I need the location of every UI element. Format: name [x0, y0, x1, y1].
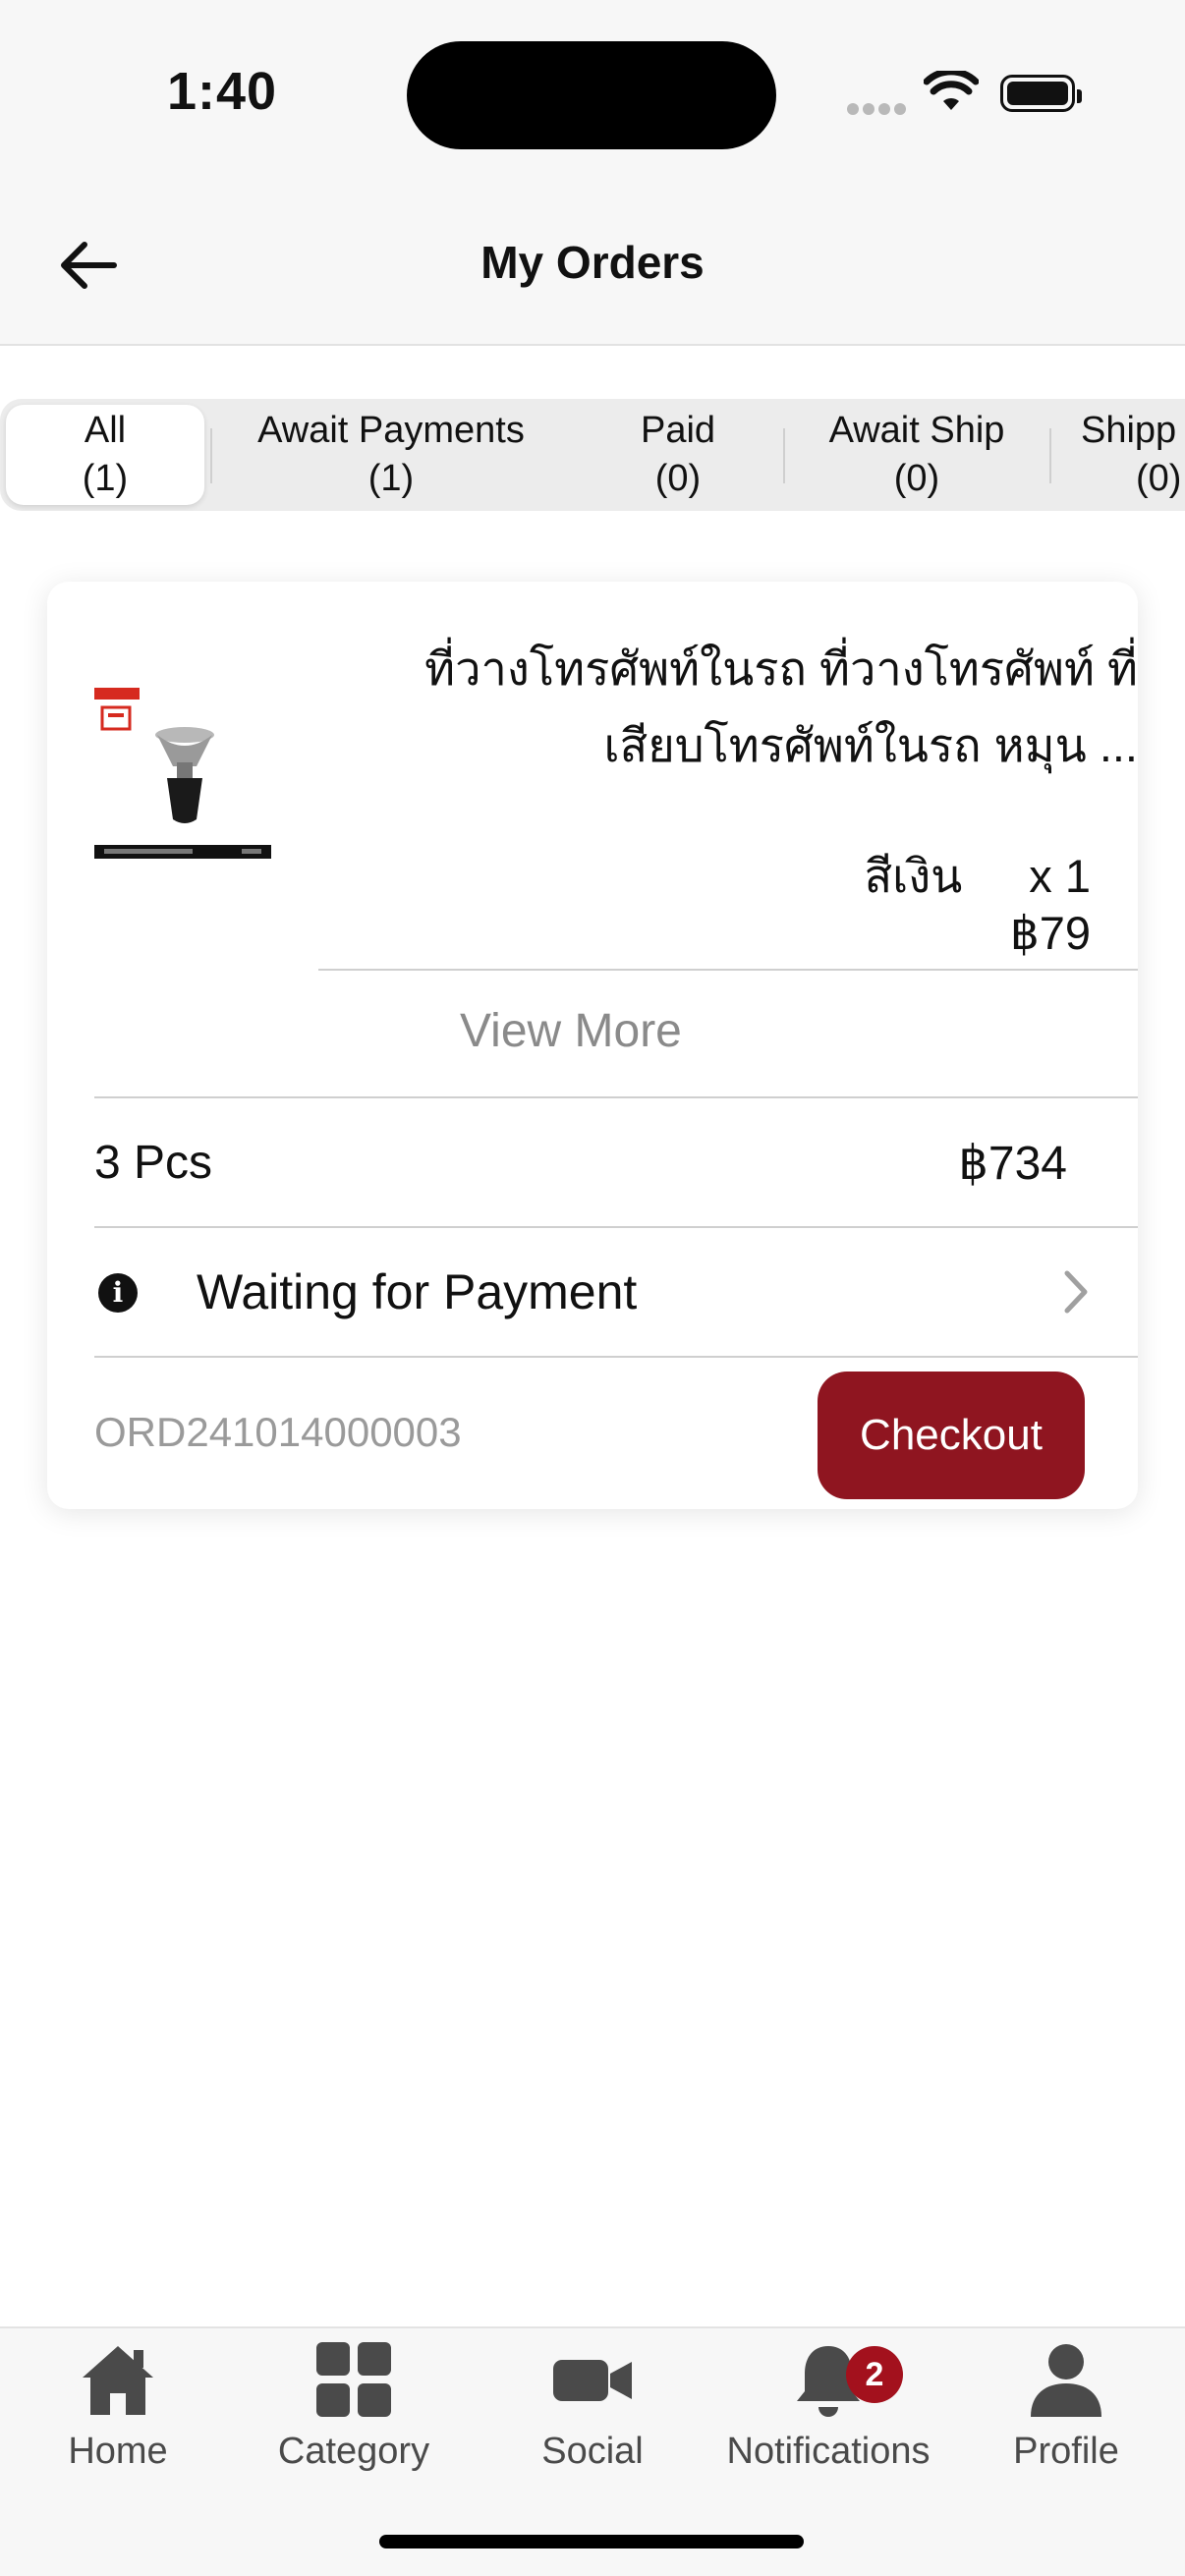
- wifi-icon: [924, 71, 979, 110]
- product-variant: สีเงิน: [864, 850, 963, 902]
- item-count: 3 Pcs: [94, 1137, 213, 1189]
- tab-label: Await Payments: [257, 409, 525, 451]
- tab-label: Paid: [640, 409, 716, 451]
- checkout-button[interactable]: Checkout: [818, 1372, 1085, 1499]
- divider: [94, 1096, 1138, 1098]
- payment-status: Waiting for Payment: [197, 1264, 638, 1319]
- tab-await-ship[interactable]: Await Ship (0): [798, 405, 1036, 505]
- nav-notifications[interactable]: 2 Notifications: [710, 2338, 946, 2473]
- order-id: ORD241014000003: [94, 1409, 462, 1455]
- nav-label: Category: [277, 2431, 430, 2472]
- tab-count: (1): [82, 458, 129, 499]
- video-camera-icon: [553, 2360, 632, 2401]
- tab-count: (1): [367, 458, 415, 499]
- nav-label: Profile: [1013, 2431, 1119, 2472]
- page-title: My Orders: [480, 237, 705, 288]
- status-bar: 1:40: [0, 0, 1185, 187]
- tab-count: (0): [1136, 458, 1182, 499]
- tab-await-payments[interactable]: Await Payments (1): [224, 405, 558, 505]
- order-card[interactable]: ที่วางโทรศัพท์ในรถ ที่วางโทรศัพท์ ที่เสี…: [47, 582, 1138, 1509]
- tab-label: Await Ship: [828, 409, 1005, 451]
- tab-shipped[interactable]: Shipp (0): [1081, 405, 1185, 505]
- category-icon: [316, 2342, 391, 2417]
- tab-divider: [210, 428, 212, 483]
- nav-label: Social: [541, 2431, 644, 2472]
- dynamic-island: [407, 41, 776, 149]
- divider: [94, 1226, 1138, 1228]
- product-thumbnail: [94, 688, 271, 859]
- info-icon: i: [98, 1273, 138, 1313]
- tab-all[interactable]: All (1): [6, 405, 204, 505]
- divider: [94, 1356, 1138, 1358]
- chevron-right-icon: [1064, 1270, 1088, 1314]
- tab-divider: [1049, 428, 1051, 483]
- product-name: ที่วางโทรศัพท์ในรถ ที่วางโทรศัพท์ ที่เสี…: [424, 643, 1138, 771]
- product-quantity: x 1: [1029, 850, 1091, 902]
- notification-badge: 2: [846, 2346, 903, 2403]
- nav-category[interactable]: Category: [236, 2338, 472, 2473]
- tab-label: All: [84, 409, 127, 451]
- nav-profile[interactable]: Profile: [948, 2338, 1184, 2473]
- product-price: ฿79: [1009, 907, 1091, 959]
- status-time: 1:40: [167, 62, 278, 121]
- nav-label: Home: [68, 2431, 168, 2472]
- order-total: ฿734: [958, 1138, 1067, 1190]
- tab-divider: [783, 428, 785, 483]
- tab-count: (0): [654, 458, 702, 499]
- tab-paid[interactable]: Paid (0): [590, 405, 766, 505]
- tab-count: (0): [893, 458, 940, 499]
- product-variant-row: สีเงิน x 1: [864, 839, 1091, 913]
- battery-icon: [1000, 75, 1082, 112]
- divider: [318, 969, 1138, 971]
- nav-label: Notifications: [726, 2431, 931, 2472]
- view-more-link[interactable]: View More: [460, 1004, 682, 1058]
- home-icon: [83, 2346, 153, 2415]
- person-icon: [1031, 2344, 1101, 2417]
- order-status-tabs: All (1) Await Payments (1) Paid (0) Awai…: [0, 399, 1185, 511]
- home-indicator: [379, 2535, 804, 2548]
- cellular-signal-icon: [847, 102, 910, 120]
- tab-label: Shipp: [1081, 409, 1177, 451]
- header: My Orders: [0, 187, 1185, 346]
- nav-home[interactable]: Home: [0, 2338, 236, 2473]
- nav-social[interactable]: Social: [475, 2338, 710, 2473]
